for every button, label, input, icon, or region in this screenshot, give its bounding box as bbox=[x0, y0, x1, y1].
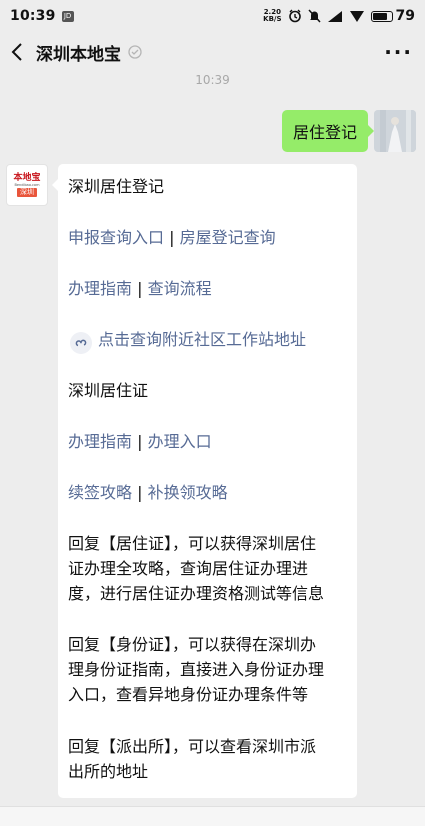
outgoing-message-bubble[interactable]: 居住登记 bbox=[281, 110, 375, 152]
permit-apply-link[interactable]: 办理入口 bbox=[148, 432, 212, 451]
mute-icon bbox=[307, 9, 321, 23]
paragraph-line: 回复【居住证】，可以获得深圳居住 bbox=[68, 534, 317, 553]
declare-query-link[interactable]: 申报查询入口 bbox=[68, 228, 164, 247]
chevron-left-icon bbox=[11, 43, 22, 61]
battery-indicator: 79 bbox=[370, 8, 415, 24]
query-process-link[interactable]: 查询流程 bbox=[148, 279, 212, 298]
chat-header: 深圳本地宝 ··· bbox=[0, 32, 425, 72]
replacement-guide-link[interactable]: 补换领攻略 bbox=[148, 483, 228, 502]
permit-guide-link[interactable]: 办理指南 bbox=[68, 432, 132, 451]
battery-icon bbox=[370, 10, 393, 22]
wifi-icon bbox=[349, 10, 364, 22]
incoming-message-bubble: 深圳居住登记 申报查询入口 | 房屋登记查询 办理指南 | 查询流程 点击查询附… bbox=[52, 164, 357, 798]
paragraph-line: 回复【派出所】，可以查看深圳市派 bbox=[68, 737, 317, 756]
link-separator: | bbox=[132, 432, 148, 451]
brand-logo-city: 深圳 bbox=[17, 188, 37, 197]
reply-links-row-4: 续签攻略 | 补换领攻略 bbox=[68, 480, 349, 505]
chat-title: 深圳本地宝 bbox=[36, 44, 121, 65]
outgoing-message-text: 居住登记 bbox=[292, 123, 357, 142]
brand-logo-text: 本地宝 bbox=[13, 173, 41, 183]
reply-links-row-3: 办理指南 | 办理入口 bbox=[68, 429, 349, 454]
paragraph-line: 理身份证指南，直接进入身份证办理 bbox=[68, 660, 325, 679]
link-separator: | bbox=[164, 228, 180, 247]
user-avatar-image bbox=[374, 110, 416, 152]
more-options-button[interactable]: ··· bbox=[384, 40, 413, 64]
renewal-guide-link[interactable]: 续签攻略 bbox=[68, 483, 132, 502]
status-right: 2.20 KB/S 79 bbox=[263, 8, 415, 24]
reply-heading-permit: 深圳居住证 bbox=[68, 381, 149, 400]
signal-icon bbox=[327, 10, 342, 22]
community-station-link[interactable]: 点击查询附近社区工作站地址 bbox=[98, 330, 306, 349]
message-timestamp: 10:39 bbox=[195, 73, 230, 87]
official-account-avatar[interactable]: 本地宝 Bendibao.com 深圳 bbox=[6, 164, 48, 206]
user-avatar[interactable] bbox=[374, 110, 416, 152]
paragraph-line: 证办理全攻略，查询居住证办理进 bbox=[68, 559, 309, 578]
network-speed-unit: KB/S bbox=[263, 15, 282, 23]
guide-link[interactable]: 办理指南 bbox=[68, 279, 132, 298]
housing-query-link[interactable]: 房屋登记查询 bbox=[180, 228, 276, 247]
miniapp-link-row[interactable]: 点击查询附近社区工作站地址 bbox=[68, 327, 349, 354]
reply-paragraph-permit: 回复【居住证】，可以获得深圳居住 证办理全攻略，查询居住证办理进 度，进行居住证… bbox=[68, 531, 349, 606]
input-bar bbox=[0, 806, 425, 826]
link-separator: | bbox=[132, 483, 148, 502]
reply-heading-registration: 深圳居住登记 bbox=[68, 177, 165, 196]
paragraph-line: 出所的地址 bbox=[68, 762, 149, 781]
alarm-icon bbox=[288, 9, 301, 23]
back-button[interactable] bbox=[2, 32, 32, 72]
link-separator: | bbox=[132, 279, 148, 298]
network-speed: 2.20 KB/S bbox=[263, 9, 281, 23]
paragraph-line: 回复【身份证】，可以获得在深圳办 bbox=[68, 635, 317, 654]
status-time: 10:39 bbox=[10, 8, 56, 24]
paragraph-line: 度，进行居住证办理资格测试等信息 bbox=[68, 584, 325, 603]
reply-links-row-2: 办理指南 | 查询流程 bbox=[68, 276, 349, 301]
verified-badge-icon bbox=[128, 45, 142, 59]
paragraph-line: 入口，查看异地身份证办理条件等 bbox=[68, 685, 309, 704]
mini-program-icon bbox=[70, 332, 92, 354]
reply-paragraph-idcard: 回复【身份证】，可以获得在深圳办 理身份证指南，直接进入身份证办理 入口，查看异… bbox=[68, 632, 349, 707]
status-bar: 10:39 JD 2.20 KB/S 79 bbox=[0, 0, 425, 32]
reply-links-row-1: 申报查询入口 | 房屋登记查询 bbox=[68, 225, 349, 250]
jd-notification-icon: JD bbox=[61, 10, 74, 22]
battery-percent: 79 bbox=[395, 8, 415, 24]
reply-paragraph-police: 回复【派出所】，可以查看深圳市派 出所的地址 bbox=[68, 734, 349, 784]
